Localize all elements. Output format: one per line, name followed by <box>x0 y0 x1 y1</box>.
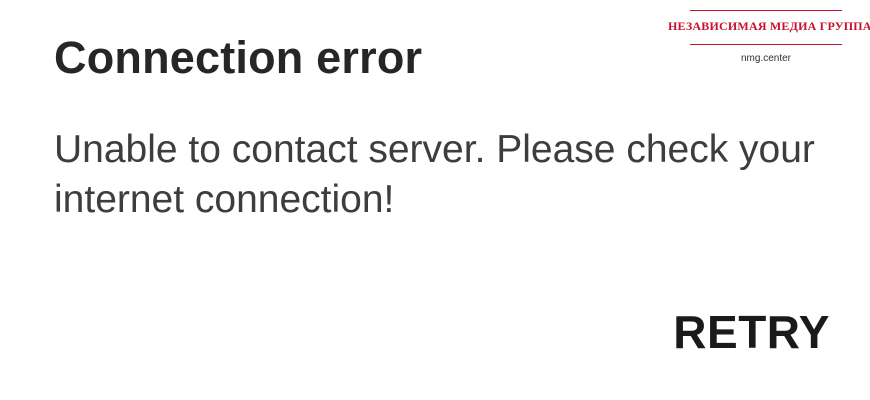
watermark-brand: НЕЗАВИСИМАЯ МЕДИА ГРУППА <box>668 19 870 33</box>
watermark-bottom-rule <box>690 44 842 45</box>
dialog-message: Unable to contact server. Please check y… <box>54 128 815 221</box>
dialog-title: Connection error <box>54 32 423 83</box>
watermark-top-rule <box>690 10 842 11</box>
watermark-site: nmg.center <box>740 53 792 64</box>
watermark-logo: НЕЗАВИСИМАЯ МЕДИА ГРУППА nmg.center <box>668 10 870 64</box>
retry-button[interactable]: RETRY <box>673 305 830 359</box>
